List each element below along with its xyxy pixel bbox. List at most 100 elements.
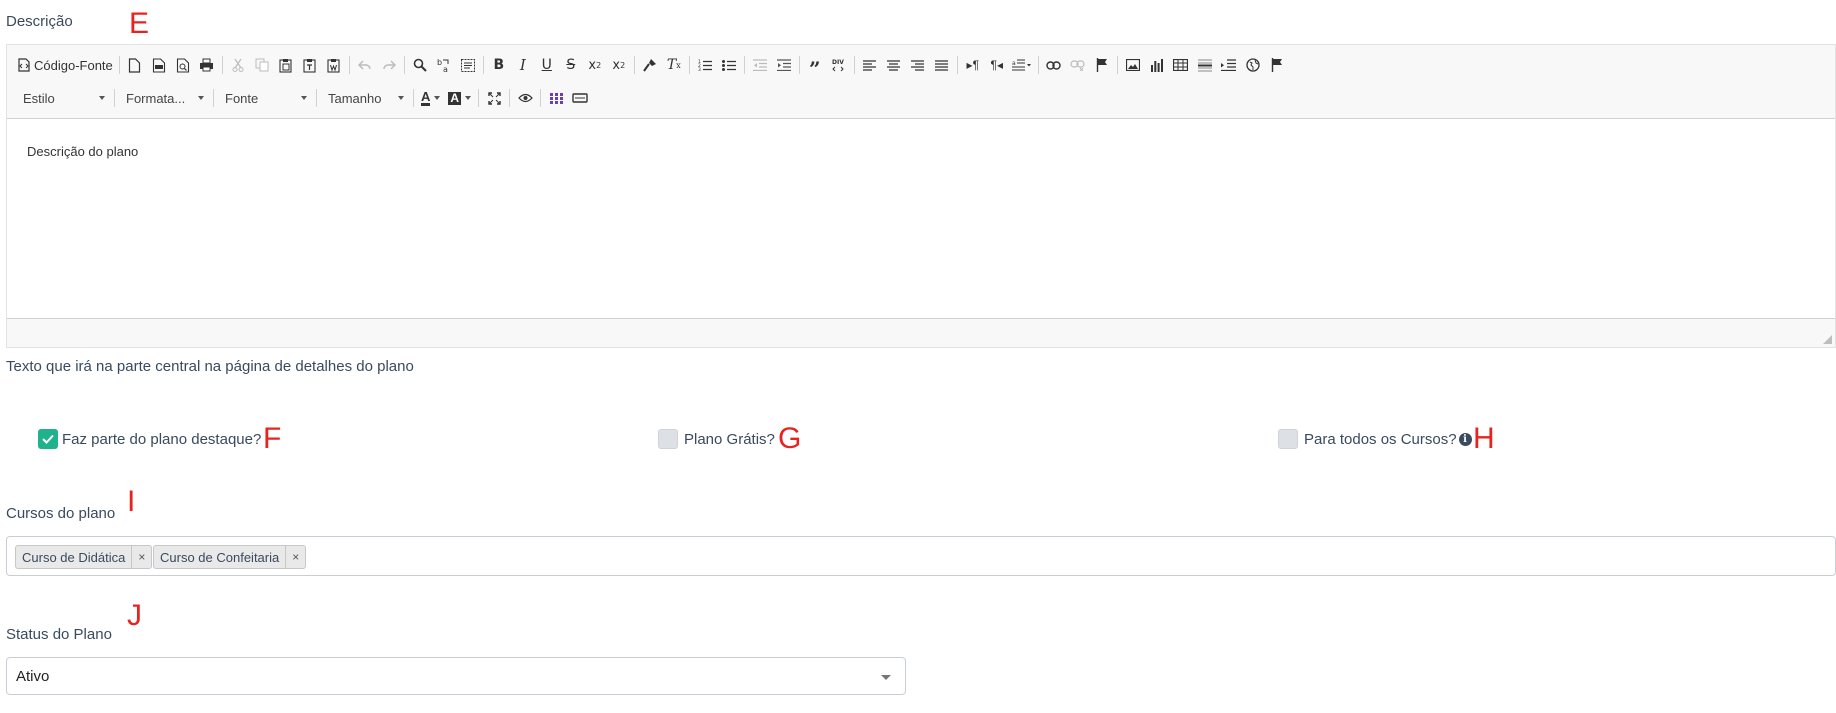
svg-text:a: a xyxy=(1012,60,1016,67)
course-chip: Curso de Didática × xyxy=(15,545,153,569)
strike-icon[interactable]: S xyxy=(559,53,583,77)
chevron-down-icon xyxy=(301,96,307,100)
status-select-value: Ativo xyxy=(16,668,50,685)
toolbar-row-2: Estilo Formata... Fonte Tamanho A A xyxy=(15,84,592,112)
source-code-button[interactable]: Código-Fonte xyxy=(15,53,116,77)
remove-format-icon[interactable]: Tx xyxy=(662,53,686,77)
destaque-label[interactable]: Faz parte do plano destaque? xyxy=(62,431,261,448)
paste-icon[interactable] xyxy=(274,53,298,77)
chevron-down-icon xyxy=(881,675,891,680)
replace-icon[interactable]: ba xyxy=(432,53,456,77)
info-icon[interactable]: i xyxy=(1458,432,1472,446)
cursos-multiselect[interactable]: Curso de Didática × Curso de Confeitaria… xyxy=(6,536,1836,576)
svg-text:3: 3 xyxy=(698,67,701,71)
preview-icon[interactable] xyxy=(171,53,195,77)
template-icon[interactable] xyxy=(568,86,592,110)
check-icon xyxy=(42,434,54,444)
todos-cursos-checkbox[interactable] xyxy=(1278,429,1298,449)
cut-icon[interactable] xyxy=(226,53,250,77)
justify-icon[interactable] xyxy=(930,53,954,77)
outdent-icon[interactable] xyxy=(748,53,772,77)
copy-icon[interactable] xyxy=(250,53,274,77)
copy-format-icon[interactable] xyxy=(638,53,662,77)
remove-chip-icon[interactable]: × xyxy=(131,546,151,568)
todos-cursos-checkbox-group[interactable]: Para todos os Cursos? i xyxy=(1278,429,1472,449)
destaque-checkbox[interactable] xyxy=(38,429,58,449)
rtl-icon[interactable]: ¶◂ xyxy=(985,53,1009,77)
ltr-icon[interactable]: ▸¶ xyxy=(961,53,985,77)
todos-cursos-label[interactable]: Para todos os Cursos? xyxy=(1304,431,1457,448)
svg-text:a: a xyxy=(443,65,448,73)
underline-icon[interactable]: U xyxy=(535,53,559,77)
bg-color-icon: A xyxy=(448,90,462,105)
source-code-label: Código-Fonte xyxy=(34,57,113,73)
style-combo[interactable]: Estilo xyxy=(15,86,111,110)
marker-j: J xyxy=(127,599,142,632)
language-icon[interactable]: a xyxy=(1009,53,1035,77)
link-icon[interactable] xyxy=(1042,53,1066,77)
format-combo-label: Formata... xyxy=(126,90,186,106)
toolbar-separator xyxy=(118,56,120,74)
image-icon[interactable] xyxy=(1121,53,1145,77)
indent-icon[interactable] xyxy=(772,53,796,77)
gratis-label[interactable]: Plano Grátis? xyxy=(684,431,775,448)
superscript-icon[interactable]: x2 xyxy=(607,53,631,77)
page-break-icon[interactable] xyxy=(1217,53,1241,77)
editor-status-bar xyxy=(7,318,1835,347)
editor-content-area[interactable]: Descrição do plano xyxy=(7,119,1835,319)
editor-content-text: Descrição do plano xyxy=(27,144,139,159)
undo-icon[interactable] xyxy=(353,53,377,77)
style-combo-label: Estilo xyxy=(23,90,55,106)
course-chip-label: Curso de Didática xyxy=(22,549,126,565)
marker-e: E xyxy=(129,7,150,40)
numbered-list-icon[interactable]: 123 xyxy=(693,53,717,77)
table-icon[interactable] xyxy=(1169,53,1193,77)
new-page-icon[interactable] xyxy=(123,53,147,77)
font-combo-label: Fonte xyxy=(225,90,259,106)
show-blocks-icon[interactable] xyxy=(513,86,537,110)
align-center-icon[interactable] xyxy=(882,53,906,77)
status-select[interactable]: Ativo xyxy=(6,657,906,695)
text-color-icon: A xyxy=(421,88,431,106)
italic-icon[interactable]: I xyxy=(511,53,535,77)
unlink-icon[interactable] xyxy=(1066,53,1090,77)
descricao-help-text: Texto que irá na parte central na página… xyxy=(6,358,414,375)
redo-icon[interactable] xyxy=(377,53,401,77)
subscript-icon[interactable]: x2 xyxy=(583,53,607,77)
gratis-checkbox-group[interactable]: Plano Grátis? xyxy=(658,429,775,449)
chevron-down-icon xyxy=(198,96,204,100)
text-color-button[interactable]: A xyxy=(417,86,444,110)
anchor-icon[interactable] xyxy=(1090,53,1114,77)
marker-g: G xyxy=(778,422,802,455)
flag-icon[interactable] xyxy=(1265,53,1289,77)
source-icon xyxy=(18,58,30,72)
format-combo[interactable]: Formata... xyxy=(118,86,210,110)
chart-icon[interactable] xyxy=(1145,53,1169,77)
horizontal-line-icon[interactable] xyxy=(1193,53,1217,77)
font-combo[interactable]: Fonte xyxy=(217,86,313,110)
select-all-icon[interactable] xyxy=(456,53,480,77)
bold-icon[interactable]: B xyxy=(487,53,511,77)
paste-word-icon[interactable] xyxy=(322,53,346,77)
blockquote-icon[interactable]: ” xyxy=(803,53,827,81)
remove-chip-icon[interactable]: × xyxy=(285,546,305,568)
toolbar-row-1: Código-Fonte b a B I U S x 2 x 2 T x 1 2… xyxy=(15,51,1289,81)
chevron-down-icon xyxy=(99,96,105,100)
print-icon[interactable] xyxy=(195,53,219,77)
grid-icon[interactable] xyxy=(544,86,568,110)
maximize-icon[interactable] xyxy=(482,86,506,110)
align-right-icon[interactable] xyxy=(906,53,930,77)
find-icon[interactable] xyxy=(408,53,432,77)
resize-grip-icon[interactable] xyxy=(1823,335,1832,344)
bg-color-button[interactable]: A xyxy=(444,86,475,110)
bulleted-list-icon[interactable] xyxy=(717,53,741,77)
iframe-icon[interactable] xyxy=(1241,53,1265,77)
size-combo[interactable]: Tamanho xyxy=(320,86,410,110)
align-left-icon[interactable] xyxy=(858,53,882,77)
destaque-checkbox-group[interactable]: Faz parte do plano destaque? xyxy=(38,429,261,449)
paste-text-icon[interactable] xyxy=(298,53,322,77)
marker-f: F xyxy=(263,422,282,455)
pdf-icon[interactable] xyxy=(147,53,171,77)
div-icon[interactable]: DIV xyxy=(827,53,851,77)
gratis-checkbox[interactable] xyxy=(658,429,678,449)
